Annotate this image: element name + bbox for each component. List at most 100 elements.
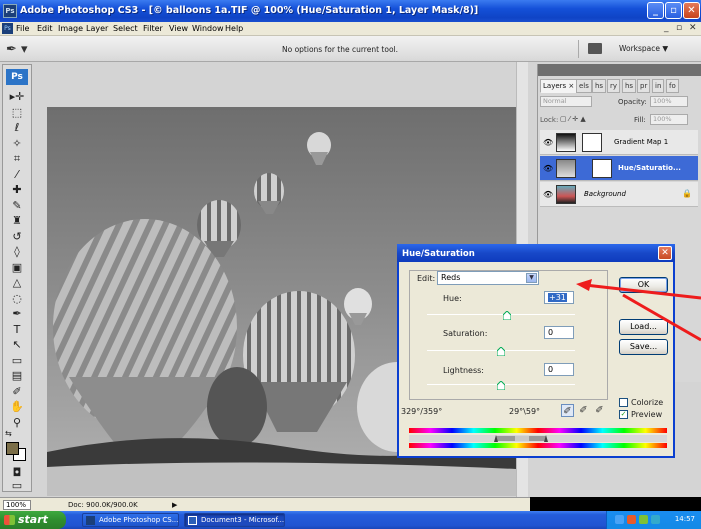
- foreground-color-swatch[interactable]: [6, 442, 19, 455]
- brush-tool-icon[interactable]: ✎: [7, 198, 27, 214]
- move-tool-icon[interactable]: ▸✛: [7, 89, 27, 105]
- document-restore-button[interactable]: ▫: [676, 23, 682, 33]
- mask-thumbnail[interactable]: [582, 133, 602, 152]
- fill-field[interactable]: 100%: [650, 114, 688, 125]
- range-right-readout: 29°\59°: [509, 407, 541, 416]
- tab-history[interactable]: ry: [607, 79, 621, 93]
- swap-colors-icon[interactable]: ⇆: [5, 429, 12, 438]
- ok-button[interactable]: OK: [619, 277, 668, 293]
- adjustment-thumbnail: [556, 159, 576, 178]
- tab-info[interactable]: in: [652, 79, 665, 93]
- clone-stamp-tool-icon[interactable]: ♜: [7, 213, 27, 229]
- history-brush-tool-icon[interactable]: ↺: [7, 229, 27, 245]
- minimize-button[interactable]: _: [647, 2, 664, 19]
- blend-row: Normal Opacity: 100%: [540, 96, 698, 110]
- bridge-icon[interactable]: [588, 43, 602, 54]
- close-button[interactable]: ✕: [683, 2, 700, 19]
- chevron-down-icon[interactable]: ▼: [526, 273, 537, 283]
- lock-icons[interactable]: ▢ ⁄ ✛ ▲: [560, 115, 586, 123]
- path-selection-tool-icon[interactable]: ↖: [7, 337, 27, 353]
- slice-tool-icon[interactable]: ⁄: [7, 167, 27, 183]
- eyedropper-tool-icon[interactable]: ✐: [7, 384, 27, 400]
- start-button[interactable]: start: [0, 511, 66, 529]
- dodge-tool-icon[interactable]: ◌: [7, 291, 27, 307]
- eyedropper-icon[interactable]: ✐: [561, 404, 574, 417]
- menu-filter[interactable]: Filter: [143, 24, 163, 33]
- menu-help[interactable]: Help: [225, 24, 243, 33]
- taskbar-item-photoshop[interactable]: Adobe Photoshop CS...: [82, 513, 179, 527]
- opacity-field[interactable]: 100%: [650, 96, 688, 107]
- network-icon[interactable]: [615, 515, 624, 524]
- eye-icon[interactable]: 👁: [543, 138, 553, 147]
- notes-tool-icon[interactable]: ▤: [7, 368, 27, 384]
- type-tool-icon[interactable]: T: [7, 322, 27, 338]
- hue-slider-track[interactable]: [427, 314, 575, 315]
- photoshop-logo[interactable]: Ps: [6, 69, 28, 85]
- window-title-bar[interactable]: Ps Adobe Photoshop CS3 - [© balloons 1a.…: [0, 0, 701, 22]
- layer-row-hue-saturation[interactable]: 👁 Hue/Saturatio...: [540, 156, 698, 181]
- save-button[interactable]: Save...: [619, 339, 668, 355]
- lightness-input[interactable]: 0: [544, 363, 574, 376]
- saturation-slider-thumb[interactable]: [497, 347, 505, 356]
- hand-tool-icon[interactable]: ✋: [7, 399, 27, 415]
- word-icon: [188, 516, 197, 525]
- hue-input[interactable]: +31: [544, 291, 574, 304]
- document-close-button[interactable]: ✕: [689, 23, 697, 33]
- maximize-button[interactable]: ▫: [665, 2, 682, 19]
- dialog-title-bar[interactable]: Hue/Saturation ✕: [397, 244, 675, 262]
- saturation-input[interactable]: 0: [544, 326, 574, 339]
- taskbar-item-word[interactable]: Document3 - Microsof...: [184, 513, 285, 527]
- healing-brush-tool-icon[interactable]: ✚: [7, 182, 27, 198]
- workspace-button[interactable]: Workspace ▼: [619, 44, 668, 53]
- shape-tool-icon[interactable]: ▭: [7, 353, 27, 369]
- tab-actions[interactable]: hs: [622, 79, 637, 93]
- color-range-slider[interactable]: [409, 435, 667, 442]
- menu-edit[interactable]: Edit: [37, 24, 53, 33]
- tab-format[interactable]: fo: [666, 79, 679, 93]
- start-label: start: [18, 513, 48, 526]
- layer-row-gradient-map[interactable]: 👁 Gradient Map 1: [540, 130, 698, 155]
- tab-layers[interactable]: Layers ×: [540, 79, 578, 93]
- tab-paths[interactable]: hs: [592, 79, 607, 93]
- lightness-slider-thumb[interactable]: [497, 381, 505, 390]
- blur-tool-icon[interactable]: △: [7, 275, 27, 291]
- panel-header[interactable]: [538, 64, 701, 76]
- menu-file[interactable]: File: [16, 24, 29, 33]
- menu-image[interactable]: Image: [58, 24, 83, 33]
- screen-mode-icon[interactable]: ▭: [7, 480, 27, 492]
- pen-tool-icon[interactable]: ✒: [7, 306, 27, 322]
- hue-slider-thumb[interactable]: [503, 311, 512, 320]
- load-button[interactable]: Load...: [619, 319, 668, 335]
- blend-mode-select[interactable]: Normal: [540, 96, 592, 107]
- menu-view[interactable]: View: [169, 24, 188, 33]
- eraser-tool-icon[interactable]: ◊: [7, 244, 27, 260]
- eyedropper-minus-icon[interactable]: ✐: [593, 404, 606, 417]
- volume-icon[interactable]: [651, 515, 660, 524]
- preview-checkbox[interactable]: ✓: [619, 410, 628, 419]
- menu-window[interactable]: Window: [192, 24, 224, 33]
- mask-thumbnail[interactable]: [592, 159, 612, 178]
- tool-preset-picker[interactable]: ✒ ▾: [6, 42, 28, 57]
- marquee-tool-icon[interactable]: ⬚: [7, 105, 27, 121]
- edit-select[interactable]: Reds ▼: [437, 271, 539, 285]
- document-icon[interactable]: Ps: [2, 23, 13, 34]
- colorize-checkbox[interactable]: [619, 398, 628, 407]
- crop-tool-icon[interactable]: ⌗: [7, 151, 27, 167]
- security-icon[interactable]: [627, 515, 636, 524]
- eyedropper-plus-icon[interactable]: ✐: [577, 404, 590, 417]
- document-minimize-button[interactable]: _: [664, 23, 669, 33]
- menu-select[interactable]: Select: [113, 24, 138, 33]
- eye-icon[interactable]: 👁: [543, 164, 553, 173]
- layer-row-background[interactable]: 👁 Background 🔒: [540, 182, 698, 207]
- menu-layer[interactable]: Layer: [86, 24, 108, 33]
- lasso-tool-icon[interactable]: ℓ: [7, 120, 27, 136]
- eye-icon[interactable]: 👁: [543, 190, 553, 199]
- tray-app-icon[interactable]: [639, 515, 648, 524]
- dialog-close-button[interactable]: ✕: [658, 246, 672, 260]
- status-menu-arrow[interactable]: ▶: [172, 501, 177, 509]
- tab-channels[interactable]: els: [576, 79, 592, 93]
- tab-properties[interactable]: pr: [637, 79, 651, 93]
- zoom-level-field[interactable]: 100%: [3, 500, 31, 510]
- magic-wand-tool-icon[interactable]: ✧: [7, 136, 27, 152]
- gradient-tool-icon[interactable]: ▣: [7, 260, 27, 276]
